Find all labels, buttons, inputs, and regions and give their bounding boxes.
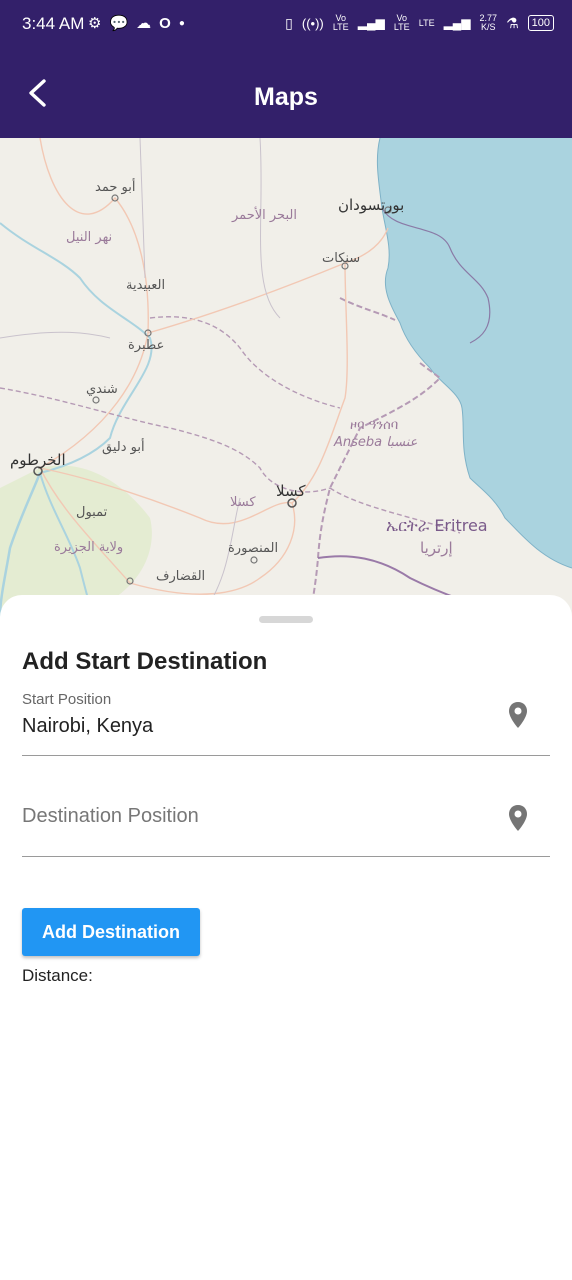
battery-icon: 100 [527,15,554,31]
chat-icon: 💬 [109,15,129,32]
map-label-anseba-tigrinya: ዞባ ዓንሰባ [350,418,399,433]
volte-icon-1: Vo LTE [332,13,349,32]
start-position-field[interactable]: Start Position Nairobi, Kenya [22,687,550,756]
map-label-khartoum: الخرطوم [10,451,66,469]
map-label-al-ubaydiyah: العبيدية [126,278,166,293]
signal-icon-2: ▂▄▆ [443,16,471,30]
net-speed-unit: K/S [481,22,496,32]
start-position-value[interactable]: Nairobi, Kenya [22,715,153,738]
flask-icon: ⚗ [506,14,519,31]
map-label-anseba: Anseba عنسبا [334,435,418,450]
lte-icon: LTE [418,17,435,28]
map-label-kassala-state: كسلا [230,495,256,510]
map-label-kassala-city: كسلا [276,482,306,500]
status-icons-right: ▯ ((•)) Vo LTE ▂▄▆ Vo LTE LTE ▂▄▆ 2.77 K… [285,14,554,32]
map-label-eritrea-ar: إرتريا [420,539,453,557]
distance-label: Distance: [22,966,93,985]
map-view[interactable]: أبو حمد البحر الأحمر بورتسودان نهر النيل… [0,138,572,618]
map-label-eritrea: ኤርትራ Eritrea [386,516,488,535]
map-label-river-nile: نهر النيل [66,230,113,245]
page-title: Maps [254,83,318,111]
vibrate-icon: ▯ [285,14,293,31]
destination-position-placeholder[interactable]: Destination Position [22,805,199,828]
sheet-heading: Add Start Destination [22,648,268,675]
app-bar: Maps [0,48,572,138]
dot-icon: ● [178,17,185,29]
map-label-gedaref: القضارف [156,569,206,584]
map-label-shendi: شندي [86,382,118,397]
map-label-abu-hamad: أبو حمد [95,180,136,195]
bottom-sheet: Add Start Destination Start Position Nai… [0,595,572,1280]
signal-icon-1: ▂▄▆ [357,16,385,30]
start-position-label: Start Position [22,691,112,708]
map-label-red-sea: البحر الأحمر [232,208,297,223]
opera-icon: O [159,14,171,32]
cloud-icon: ☁ [136,15,152,32]
location-pin-icon[interactable] [508,804,528,832]
map-label-tamboul: تمبول [76,505,108,520]
map-label-port-sudan: بورتسودان [338,196,405,214]
hotspot-icon: ((•)) [301,15,324,31]
map-label-sinkat: سنكات [322,251,361,266]
map-label-abu-deleig: أبو دليق [102,440,145,455]
location-pin-icon[interactable] [508,701,528,729]
drag-handle[interactable] [259,616,313,623]
volte-icon-2: Vo LTE [393,13,410,32]
gear-icon: ⚙ [88,15,102,32]
map-label-atbara: عطبرة [128,338,165,353]
destination-position-field[interactable]: Destination Position [22,788,550,857]
net-speed: 2.77 K/S [480,14,498,32]
status-bar: 3:44 AM ⚙ 💬 ☁ O ● ▯ ((•)) Vo LTE ▂▄▆ Vo … [0,0,572,48]
map-label-gezira: ولاية الجزيرة [54,540,124,555]
status-icons-left: ⚙ 💬 ☁ O ● [88,14,185,33]
add-destination-button[interactable]: Add Destination [22,908,200,956]
status-time: 3:44 AM [22,14,85,33]
map-label-mansoura: المنصورة [228,541,279,556]
